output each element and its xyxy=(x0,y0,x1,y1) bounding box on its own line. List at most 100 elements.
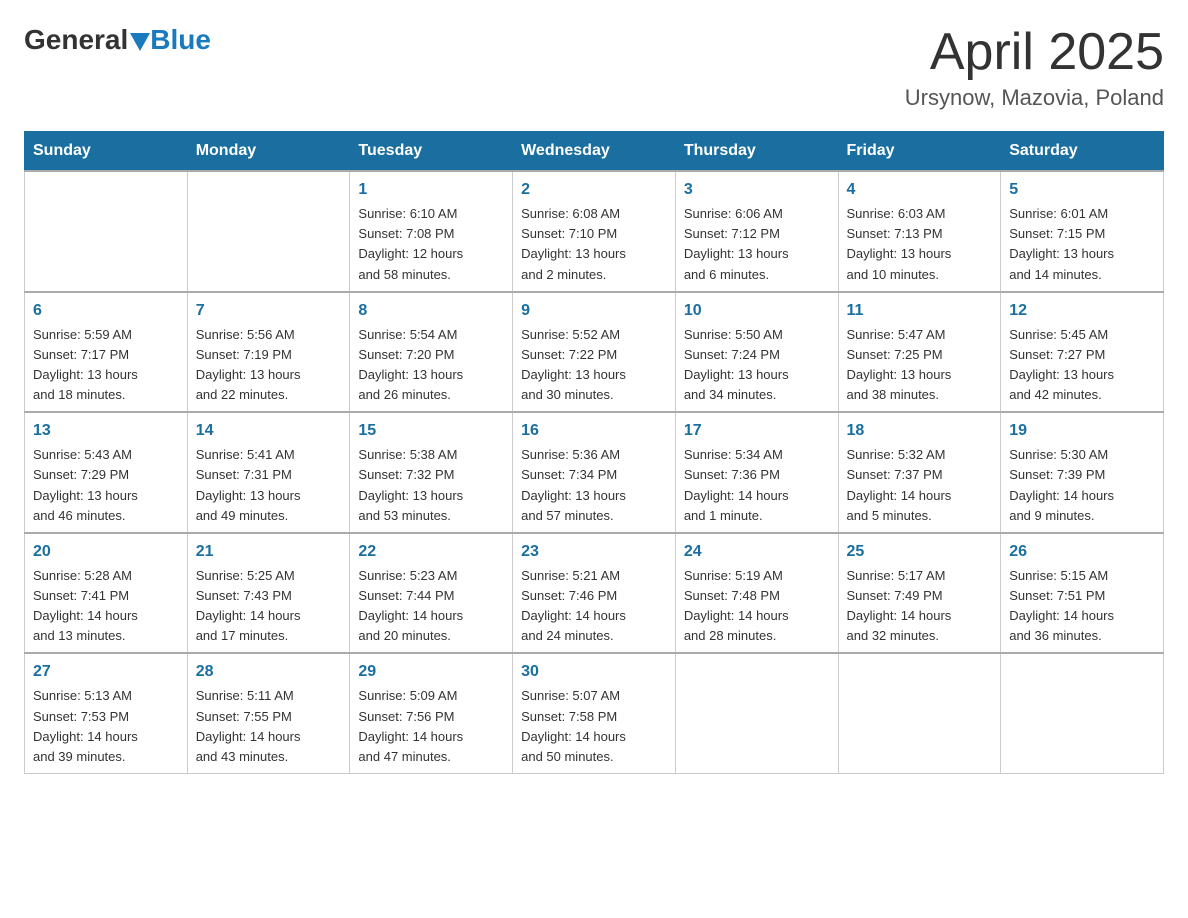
day-number: 20 xyxy=(33,540,179,564)
day-number: 22 xyxy=(358,540,504,564)
calendar-body: 1Sunrise: 6:10 AM Sunset: 7:08 PM Daylig… xyxy=(25,171,1164,773)
weekday-header-tuesday: Tuesday xyxy=(350,132,513,172)
calendar-week-row: 6Sunrise: 5:59 AM Sunset: 7:17 PM Daylig… xyxy=(25,292,1164,413)
day-number: 21 xyxy=(196,540,342,564)
calendar-header: SundayMondayTuesdayWednesdayThursdayFrid… xyxy=(25,132,1164,172)
calendar-week-row: 1Sunrise: 6:10 AM Sunset: 7:08 PM Daylig… xyxy=(25,171,1164,292)
calendar-cell xyxy=(25,171,188,292)
day-info: Sunrise: 6:01 AM Sunset: 7:15 PM Dayligh… xyxy=(1009,204,1155,285)
calendar-cell: 11Sunrise: 5:47 AM Sunset: 7:25 PM Dayli… xyxy=(838,292,1001,413)
day-number: 5 xyxy=(1009,178,1155,202)
location: Ursynow, Mazovia, Poland xyxy=(905,85,1164,111)
calendar-cell: 13Sunrise: 5:43 AM Sunset: 7:29 PM Dayli… xyxy=(25,412,188,533)
calendar-cell: 5Sunrise: 6:01 AM Sunset: 7:15 PM Daylig… xyxy=(1001,171,1164,292)
day-number: 16 xyxy=(521,419,667,443)
day-info: Sunrise: 5:43 AM Sunset: 7:29 PM Dayligh… xyxy=(33,445,179,526)
calendar-cell: 21Sunrise: 5:25 AM Sunset: 7:43 PM Dayli… xyxy=(187,533,350,654)
day-info: Sunrise: 6:08 AM Sunset: 7:10 PM Dayligh… xyxy=(521,204,667,285)
logo-blue-part: Blue xyxy=(128,24,211,56)
day-info: Sunrise: 5:59 AM Sunset: 7:17 PM Dayligh… xyxy=(33,325,179,406)
day-info: Sunrise: 5:28 AM Sunset: 7:41 PM Dayligh… xyxy=(33,566,179,647)
weekday-header-monday: Monday xyxy=(187,132,350,172)
day-info: Sunrise: 6:03 AM Sunset: 7:13 PM Dayligh… xyxy=(847,204,993,285)
calendar-cell: 19Sunrise: 5:30 AM Sunset: 7:39 PM Dayli… xyxy=(1001,412,1164,533)
logo-blue-text: Blue xyxy=(150,24,211,56)
day-info: Sunrise: 5:54 AM Sunset: 7:20 PM Dayligh… xyxy=(358,325,504,406)
day-info: Sunrise: 5:21 AM Sunset: 7:46 PM Dayligh… xyxy=(521,566,667,647)
day-info: Sunrise: 5:19 AM Sunset: 7:48 PM Dayligh… xyxy=(684,566,830,647)
day-info: Sunrise: 5:07 AM Sunset: 7:58 PM Dayligh… xyxy=(521,686,667,767)
day-number: 27 xyxy=(33,660,179,684)
day-number: 30 xyxy=(521,660,667,684)
calendar-cell: 16Sunrise: 5:36 AM Sunset: 7:34 PM Dayli… xyxy=(513,412,676,533)
logo-triangle-icon xyxy=(130,33,150,51)
calendar-cell: 27Sunrise: 5:13 AM Sunset: 7:53 PM Dayli… xyxy=(25,653,188,773)
day-number: 9 xyxy=(521,299,667,323)
weekday-header-thursday: Thursday xyxy=(675,132,838,172)
day-number: 4 xyxy=(847,178,993,202)
day-number: 12 xyxy=(1009,299,1155,323)
day-info: Sunrise: 5:52 AM Sunset: 7:22 PM Dayligh… xyxy=(521,325,667,406)
calendar-cell: 23Sunrise: 5:21 AM Sunset: 7:46 PM Dayli… xyxy=(513,533,676,654)
weekday-header-saturday: Saturday xyxy=(1001,132,1164,172)
calendar-cell: 24Sunrise: 5:19 AM Sunset: 7:48 PM Dayli… xyxy=(675,533,838,654)
calendar-cell: 17Sunrise: 5:34 AM Sunset: 7:36 PM Dayli… xyxy=(675,412,838,533)
weekday-header-row: SundayMondayTuesdayWednesdayThursdayFrid… xyxy=(25,132,1164,172)
calendar-cell xyxy=(187,171,350,292)
day-info: Sunrise: 5:47 AM Sunset: 7:25 PM Dayligh… xyxy=(847,325,993,406)
logo-general: General xyxy=(24,24,128,56)
day-number: 15 xyxy=(358,419,504,443)
calendar-cell: 2Sunrise: 6:08 AM Sunset: 7:10 PM Daylig… xyxy=(513,171,676,292)
calendar-week-row: 13Sunrise: 5:43 AM Sunset: 7:29 PM Dayli… xyxy=(25,412,1164,533)
day-number: 29 xyxy=(358,660,504,684)
day-info: Sunrise: 6:10 AM Sunset: 7:08 PM Dayligh… xyxy=(358,204,504,285)
day-number: 11 xyxy=(847,299,993,323)
weekday-header-friday: Friday xyxy=(838,132,1001,172)
calendar-cell: 18Sunrise: 5:32 AM Sunset: 7:37 PM Dayli… xyxy=(838,412,1001,533)
calendar-cell xyxy=(1001,653,1164,773)
weekday-header-sunday: Sunday xyxy=(25,132,188,172)
day-info: Sunrise: 6:06 AM Sunset: 7:12 PM Dayligh… xyxy=(684,204,830,285)
calendar-cell: 4Sunrise: 6:03 AM Sunset: 7:13 PM Daylig… xyxy=(838,171,1001,292)
day-number: 28 xyxy=(196,660,342,684)
calendar-cell: 29Sunrise: 5:09 AM Sunset: 7:56 PM Dayli… xyxy=(350,653,513,773)
day-info: Sunrise: 5:09 AM Sunset: 7:56 PM Dayligh… xyxy=(358,686,504,767)
day-number: 14 xyxy=(196,419,342,443)
day-number: 3 xyxy=(684,178,830,202)
day-number: 10 xyxy=(684,299,830,323)
day-info: Sunrise: 5:13 AM Sunset: 7:53 PM Dayligh… xyxy=(33,686,179,767)
calendar-week-row: 27Sunrise: 5:13 AM Sunset: 7:53 PM Dayli… xyxy=(25,653,1164,773)
page-header: General Blue April 2025 Ursynow, Mazovia… xyxy=(24,24,1164,111)
calendar-cell: 22Sunrise: 5:23 AM Sunset: 7:44 PM Dayli… xyxy=(350,533,513,654)
day-number: 18 xyxy=(847,419,993,443)
calendar-cell: 14Sunrise: 5:41 AM Sunset: 7:31 PM Dayli… xyxy=(187,412,350,533)
calendar-table: SundayMondayTuesdayWednesdayThursdayFrid… xyxy=(24,131,1164,774)
day-number: 8 xyxy=(358,299,504,323)
calendar-week-row: 20Sunrise: 5:28 AM Sunset: 7:41 PM Dayli… xyxy=(25,533,1164,654)
calendar-cell: 7Sunrise: 5:56 AM Sunset: 7:19 PM Daylig… xyxy=(187,292,350,413)
title-section: April 2025 Ursynow, Mazovia, Poland xyxy=(905,24,1164,111)
calendar-cell: 20Sunrise: 5:28 AM Sunset: 7:41 PM Dayli… xyxy=(25,533,188,654)
day-number: 23 xyxy=(521,540,667,564)
calendar-cell: 10Sunrise: 5:50 AM Sunset: 7:24 PM Dayli… xyxy=(675,292,838,413)
calendar-cell: 8Sunrise: 5:54 AM Sunset: 7:20 PM Daylig… xyxy=(350,292,513,413)
day-number: 25 xyxy=(847,540,993,564)
logo: General Blue xyxy=(24,24,211,56)
day-info: Sunrise: 5:30 AM Sunset: 7:39 PM Dayligh… xyxy=(1009,445,1155,526)
day-info: Sunrise: 5:36 AM Sunset: 7:34 PM Dayligh… xyxy=(521,445,667,526)
day-number: 24 xyxy=(684,540,830,564)
day-number: 17 xyxy=(684,419,830,443)
day-info: Sunrise: 5:32 AM Sunset: 7:37 PM Dayligh… xyxy=(847,445,993,526)
calendar-cell: 28Sunrise: 5:11 AM Sunset: 7:55 PM Dayli… xyxy=(187,653,350,773)
day-info: Sunrise: 5:11 AM Sunset: 7:55 PM Dayligh… xyxy=(196,686,342,767)
calendar-cell: 3Sunrise: 6:06 AM Sunset: 7:12 PM Daylig… xyxy=(675,171,838,292)
day-info: Sunrise: 5:17 AM Sunset: 7:49 PM Dayligh… xyxy=(847,566,993,647)
month-title: April 2025 xyxy=(905,24,1164,81)
calendar-cell: 30Sunrise: 5:07 AM Sunset: 7:58 PM Dayli… xyxy=(513,653,676,773)
day-info: Sunrise: 5:45 AM Sunset: 7:27 PM Dayligh… xyxy=(1009,325,1155,406)
calendar-cell: 9Sunrise: 5:52 AM Sunset: 7:22 PM Daylig… xyxy=(513,292,676,413)
day-number: 7 xyxy=(196,299,342,323)
day-info: Sunrise: 5:25 AM Sunset: 7:43 PM Dayligh… xyxy=(196,566,342,647)
calendar-cell: 1Sunrise: 6:10 AM Sunset: 7:08 PM Daylig… xyxy=(350,171,513,292)
calendar-cell: 6Sunrise: 5:59 AM Sunset: 7:17 PM Daylig… xyxy=(25,292,188,413)
